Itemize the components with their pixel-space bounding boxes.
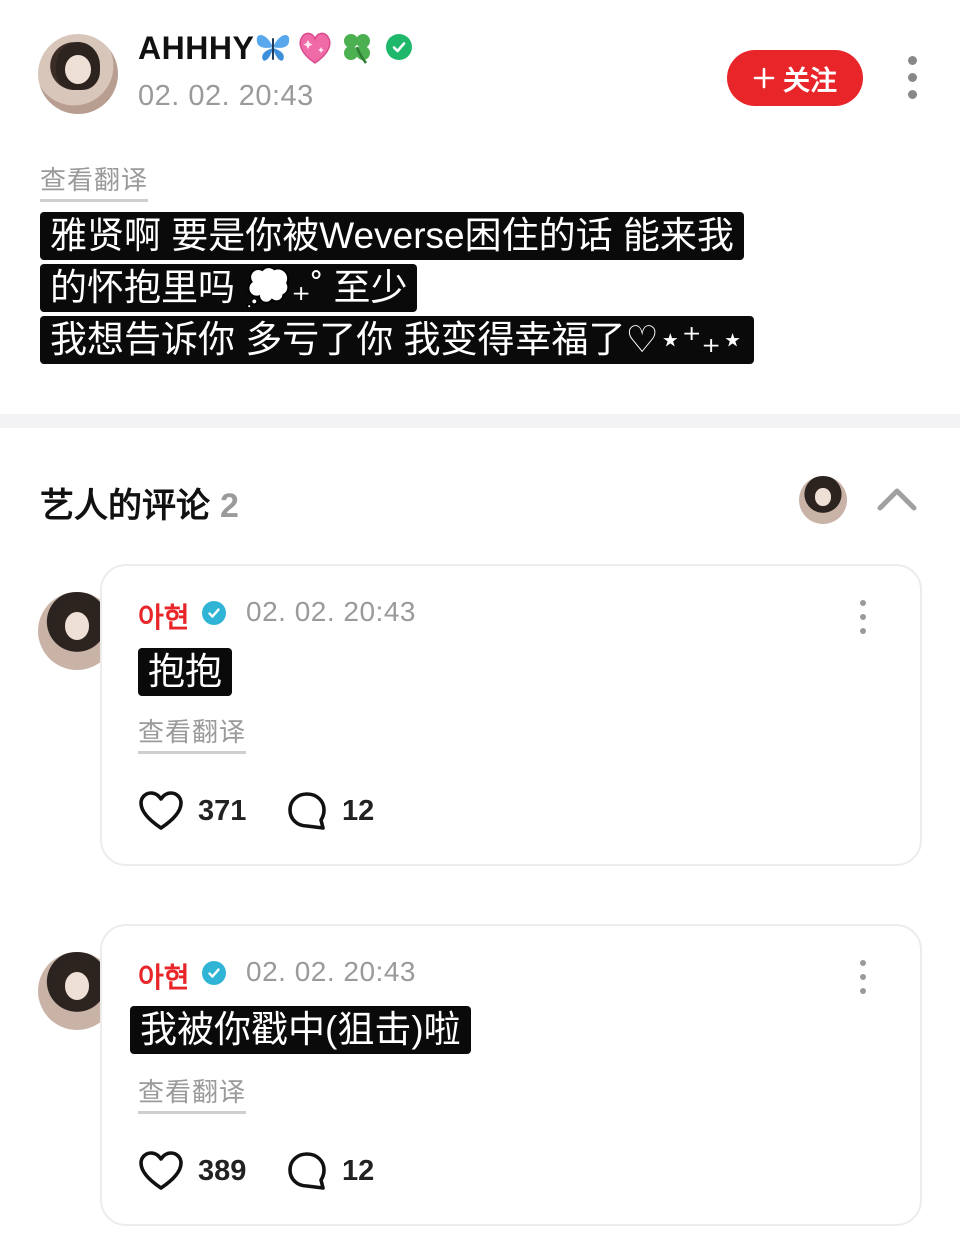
post-body-line: 的怀抱里吗 💭₊˚ 至少 [40,264,418,312]
comment-author-name[interactable]: 아현 [138,596,190,636]
reply-count: 12 [342,1154,375,1187]
comment-reply-button[interactable]: 12 [286,1150,374,1192]
heart-icon [139,1151,183,1190]
artist-comments-title: 艺人的评论 2 [40,478,239,527]
verified-badge-icon [202,601,226,625]
artist-comments-label: 艺人的评论 [40,487,210,525]
comment-text: 抱抱 [138,648,232,696]
follow-label: 关注 [783,65,837,96]
sparkling-heart-icon [296,28,334,66]
section-divider [0,414,960,428]
comment-more-icon[interactable] [857,600,869,634]
comment-more-icon[interactable] [857,960,869,994]
post: AHHHY 02. 02. 20:43 关注 查看翻译 雅贤啊 要是你被Weve… [0,0,960,414]
comment-reply-button[interactable]: 12 [286,790,374,832]
like-count: 371 [198,794,247,827]
post-translate-link[interactable]: 查看翻译 [40,160,149,202]
four-leaf-clover-icon [338,28,376,66]
comment-bubble-icon [288,792,326,830]
verified-badge-icon [202,961,226,985]
comment-bubble-icon [288,1152,326,1190]
post-timestamp: 02. 02. 20:43 [138,80,314,112]
heart-icon [139,791,183,830]
artist-avatar-small[interactable] [799,476,847,524]
butterfly-icon [254,28,292,66]
comment-timestamp: 02. 02. 20:43 [246,956,416,987]
author-avatar[interactable] [38,34,118,114]
plus-icon [753,67,775,89]
comment-text: 我被你戳中(狙击)啦 [130,1006,471,1054]
chevron-up-icon[interactable] [876,483,918,513]
comment-timestamp: 02. 02. 20:43 [246,596,416,627]
author-name[interactable]: AHHHY [138,30,254,67]
like-count: 389 [198,1154,247,1187]
comment-like-button[interactable]: 389 [138,1150,246,1192]
reply-count: 12 [342,794,375,827]
comment-translate-link[interactable]: 查看翻译 [138,712,247,754]
post-body: 雅贤啊 要是你被Weverse困住的话 能来我 的怀抱里吗 💭₊˚ 至少 我想告… [40,212,755,368]
post-body-line: 我想告诉你 多亏了你 我变得幸福了♡⋆⁺₊⋆ [40,316,755,364]
artist-comments-count: 2 [220,487,239,525]
follow-button[interactable]: 关注 [727,50,863,106]
comment-like-button[interactable]: 371 [138,790,246,832]
verified-green-icon [380,28,418,66]
post-body-line: 雅贤啊 要是你被Weverse困住的话 能来我 [40,212,744,260]
post-more-icon[interactable] [906,56,918,99]
comment-translate-link[interactable]: 查看翻译 [138,1072,247,1114]
comment-author-name[interactable]: 아현 [138,956,190,996]
author-emoji-row [254,28,418,66]
